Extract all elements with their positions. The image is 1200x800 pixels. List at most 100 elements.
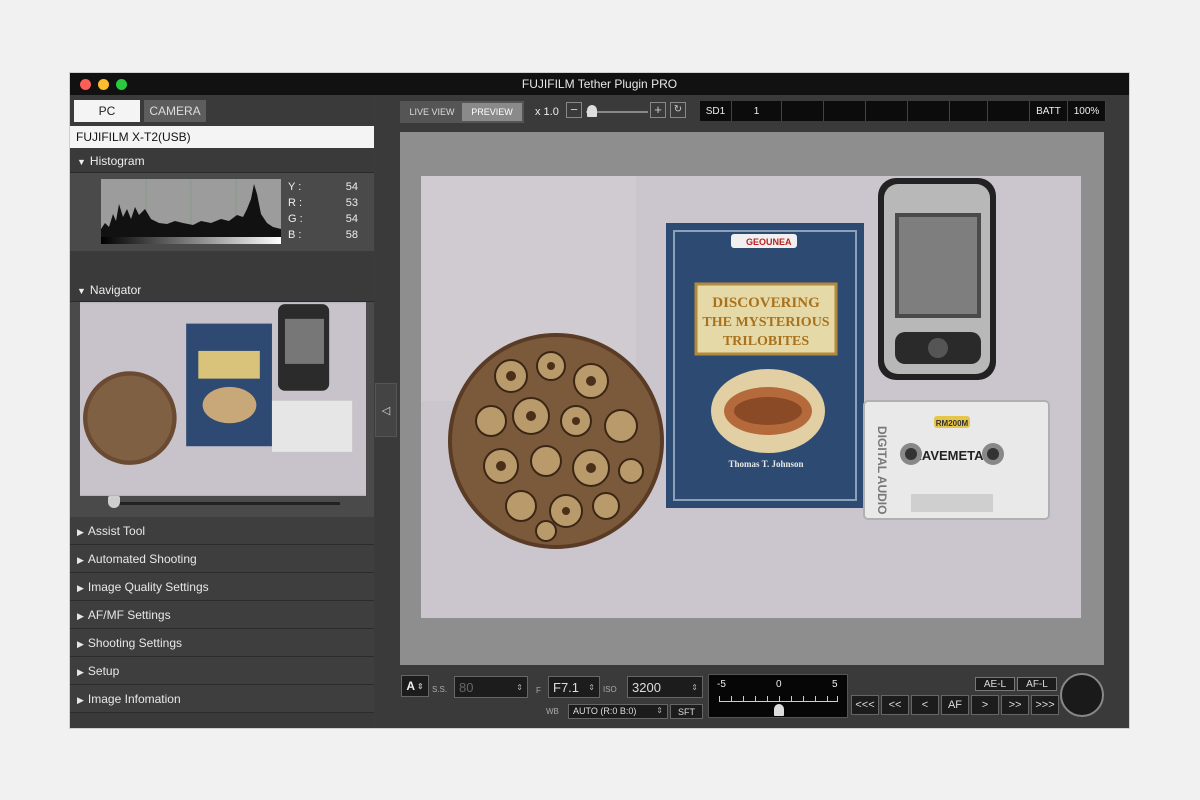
window-controls (80, 79, 127, 90)
status-cell (782, 101, 824, 121)
focus-far-1-button[interactable]: < (911, 695, 939, 715)
title-bar: FUJIFILM Tether Plugin PRO (70, 73, 1129, 95)
aperture-field[interactable]: F7.1 ⇕ (548, 676, 600, 698)
histogram-panel: Y :54 R :53 G :54 B :58 (70, 173, 374, 251)
minimize-window-button[interactable] (98, 79, 109, 90)
device-name: FUJIFILM X-T2(USB) (70, 126, 374, 148)
ev-tick (731, 696, 732, 702)
triangle-left-icon: ◁ (381, 404, 391, 417)
iso-field[interactable]: 3200 ⇕ (627, 676, 703, 698)
collapsed-triangle-icon: ▶ (77, 583, 84, 593)
shutter-release-button[interactable] (1060, 673, 1104, 717)
shot-count: 1 (732, 101, 782, 121)
histogram-value-r: R :53 (288, 197, 358, 209)
rotate-image-icon[interactable]: ↻ (670, 102, 686, 118)
cassette-brand: RAVEMETAL (913, 448, 992, 463)
ev-tick (791, 696, 792, 702)
white-balance-select[interactable]: AUTO (R:0 B:0) ⇕ (568, 704, 668, 719)
ev-tick (827, 696, 828, 702)
book-author: Thomas T. Johnson (729, 459, 804, 469)
zoom-level: x 1.0 (535, 106, 559, 118)
focus-far-3-button[interactable]: <<< (851, 695, 879, 715)
book-logo: GEOUNEA (746, 237, 792, 247)
histogram-values: Y :54 R :53 G :54 B :58 (288, 181, 358, 245)
cassette-label: RM200M (936, 419, 969, 428)
navigator-photo-thumbnail (80, 303, 366, 495)
book-title-line3: TRILOBITES (723, 334, 810, 349)
menu-af-mf-settings[interactable]: ▶ AF/MF Settings (70, 601, 374, 629)
navigator-thumbnail[interactable] (80, 302, 366, 496)
menu-automated-shooting[interactable]: ▶ Automated Shooting (70, 545, 374, 573)
collapsed-triangle-icon: ▶ (77, 611, 84, 621)
close-window-button[interactable] (80, 79, 91, 90)
collapsed-triangle-icon: ▶ (77, 695, 84, 705)
shooting-controls: A ⇕ S.S. 80 ⇕ F F7.1 ⇕ ISO 3200 ⇕ WB AUTO (R… (400, 669, 1104, 721)
ev-indicator (774, 704, 784, 716)
ev-tick (815, 696, 816, 702)
top-toolbar: LIVE VIEW PREVIEW x 1.0 − + ↻ SD1 1 BATT… (400, 98, 1120, 126)
navigator-zoom-slider[interactable] (108, 496, 340, 508)
histogram-graph (101, 179, 281, 244)
card-slot: SD1 (700, 101, 732, 121)
ev-tick (779, 696, 780, 702)
source-tabs: PC CAMERA (74, 100, 206, 122)
histogram-header[interactable]: ▼ Histogram (70, 148, 374, 173)
af-lock-button[interactable]: AF-L (1017, 677, 1057, 691)
ev-tick (767, 696, 768, 702)
live-view-button[interactable]: LIVE VIEW (402, 103, 462, 121)
zoom-out-button[interactable]: − (566, 102, 582, 118)
iso-label: ISO (603, 685, 617, 694)
ev-tick (803, 696, 804, 702)
camera-status-bar: SD1 1 BATT 100% (700, 101, 1106, 121)
up-down-chevron-icon: ⇕ (416, 681, 424, 691)
exposure-mode-select[interactable]: A ⇕ (401, 675, 429, 697)
zoom-in-button[interactable]: + (650, 102, 666, 118)
photo-content: GEOUNEA DISCOVERING THE MYSTERIOUS TRILO… (421, 176, 1081, 618)
histogram-title: Histogram (89, 154, 145, 168)
focus-far-2-button[interactable]: << (881, 695, 909, 715)
ev-tick (719, 696, 720, 702)
preview-button[interactable]: PREVIEW (462, 103, 522, 121)
view-mode-toggle: LIVE VIEW PREVIEW (400, 101, 524, 123)
ae-lock-button[interactable]: AE-L (975, 677, 1015, 691)
ev-scale-line (719, 701, 837, 702)
menu-image-information[interactable]: ▶ Image Infomation (70, 685, 374, 713)
focus-near-1-button[interactable]: > (971, 695, 999, 715)
zoom-window-button[interactable] (116, 79, 127, 90)
aperture-label: F (536, 686, 541, 695)
white-balance-label: WB (546, 707, 559, 716)
ev-tick (743, 696, 744, 702)
zoom-slider-knob[interactable] (587, 105, 597, 117)
focus-near-3-button[interactable]: >>> (1031, 695, 1059, 715)
preview-area: GEOUNEA DISCOVERING THE MYSTERIOUS TRILO… (400, 132, 1104, 665)
up-down-chevron-icon: ⇕ (656, 706, 663, 715)
status-cell (824, 101, 866, 121)
collapsed-triangle-icon: ▶ (77, 527, 84, 537)
tab-pc[interactable]: PC (74, 100, 140, 122)
status-cell (950, 101, 988, 121)
wb-shift-button[interactable]: SFT (670, 704, 703, 719)
shutter-speed-field[interactable]: 80 ⇕ (454, 676, 528, 698)
tab-camera[interactable]: CAMERA (144, 100, 206, 122)
preview-photo[interactable]: GEOUNEA DISCOVERING THE MYSTERIOUS TRILO… (421, 176, 1081, 618)
status-cell (988, 101, 1030, 121)
autofocus-button[interactable]: AF (941, 695, 969, 715)
battery-level: 100% (1068, 101, 1106, 121)
menu-assist-tool[interactable]: ▶ Assist Tool (70, 517, 374, 545)
menu-image-quality-settings[interactable]: ▶ Image Quality Settings (70, 573, 374, 601)
focus-near-2-button[interactable]: >> (1001, 695, 1029, 715)
up-down-chevron-icon: ⇕ (691, 682, 698, 692)
ev-scale-min: -5 (717, 679, 726, 690)
menu-setup[interactable]: ▶ Setup (70, 657, 374, 685)
menu-shooting-settings[interactable]: ▶ Shooting Settings (70, 629, 374, 657)
expanded-triangle-icon: ▼ (77, 286, 86, 296)
status-cell (908, 101, 950, 121)
shutter-speed-label: S.S. (432, 685, 448, 694)
navigator-header[interactable]: ▼ Navigator (70, 277, 374, 302)
collapse-panel-button[interactable]: ◁ (375, 383, 397, 437)
up-down-chevron-icon: ⇕ (516, 682, 523, 692)
navigator-zoom-knob[interactable] (108, 496, 120, 508)
cassette-side-text: DIGITAL AUDIO (875, 426, 889, 514)
histogram-value-b: B :58 (288, 229, 358, 241)
collapsed-triangle-icon: ▶ (77, 667, 84, 677)
